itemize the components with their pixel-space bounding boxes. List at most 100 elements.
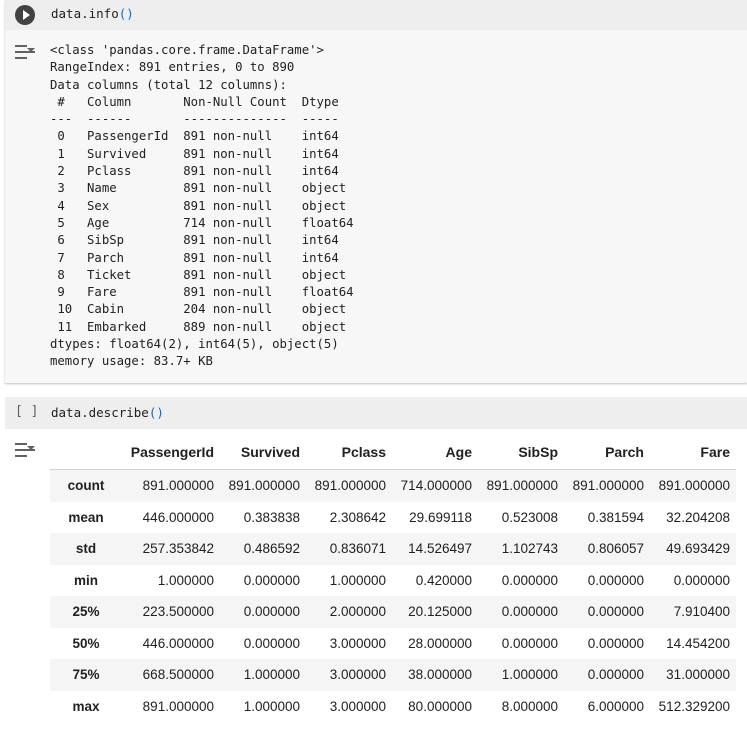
table-cell: 891.000000 xyxy=(658,478,730,494)
table-cell: 14.526497 xyxy=(408,541,472,557)
table-cell: 0.836071 xyxy=(329,541,386,557)
output-line: dtypes: float64(2), int64(5), object(5) xyxy=(50,337,339,352)
play-circle-icon[interactable] xyxy=(15,5,35,25)
table-cell: 0.000000 xyxy=(243,604,300,620)
table-cell: 891.000000 xyxy=(314,478,386,494)
row-label: count xyxy=(67,478,105,494)
output-line: 11 Embarked 889 non-null object xyxy=(57,319,347,334)
code-editor[interactable]: data.describe() xyxy=(51,405,164,420)
table-row: std 257.353842 0.486592 0.836071 14.526497 1.… xyxy=(50,533,736,565)
row-label: 50% xyxy=(72,635,100,651)
table-cell: 1.102743 xyxy=(501,541,558,557)
table-cell: 7.910400 xyxy=(673,604,730,620)
table-cell: 0.000000 xyxy=(501,604,558,620)
code-cell-describe[interactable]: [ ] data.describe() PassengerId Survived P… xyxy=(5,397,747,736)
table-cell: 0.000000 xyxy=(587,667,644,683)
table-cell: 32.204208 xyxy=(666,509,730,525)
output-toggle-icon[interactable] xyxy=(15,43,35,61)
table-cell: 28.000000 xyxy=(408,635,472,651)
table-cell: 1.000000 xyxy=(243,667,300,683)
table-row: mean 446.000000 0.383838 2.308642 29.699118 0… xyxy=(50,502,736,534)
code-parens: () xyxy=(148,405,164,420)
output-line: 1 Survived 891 non-null int64 xyxy=(57,146,339,161)
table-cell: 512.329200 xyxy=(658,698,730,714)
table-cell: 6.000000 xyxy=(587,698,644,714)
table-cell: 714.000000 xyxy=(400,478,472,494)
output-line: <class 'pandas.core.frame.DataFrame'> xyxy=(50,43,324,57)
table-cell: 1.000000 xyxy=(501,667,558,683)
output-line: RangeIndex: 891 entries, 0 to 890 xyxy=(50,60,295,75)
table-row: 25% 223.500000 0.000000 2.000000 20.125000 0.… xyxy=(50,596,736,628)
table-cell: 0.000000 xyxy=(587,635,644,651)
code-text: data.info xyxy=(51,6,119,21)
table-cell: 0.000000 xyxy=(673,572,730,588)
output-line: 2 Pclass 891 non-null int64 xyxy=(57,164,339,179)
output-line: 0 PassengerId 891 non-null int64 xyxy=(57,129,339,144)
table-cell: 3.000000 xyxy=(329,635,386,651)
table-cell: 0.000000 xyxy=(587,604,644,620)
table-cell: 257.353842 xyxy=(142,541,214,557)
output-line: 7 Parch 891 non-null int64 xyxy=(57,250,339,265)
column-header: Parch xyxy=(564,435,650,470)
column-header: PassengerId xyxy=(122,435,220,470)
row-label: std xyxy=(75,541,97,557)
table-row: count 891.000000 891.000000 891.000000 714.0… xyxy=(50,469,736,502)
table-cell: 891.000000 xyxy=(142,478,214,494)
code-editor[interactable]: data.info() xyxy=(51,6,134,21)
table-cell: 0.000000 xyxy=(501,635,558,651)
index-header xyxy=(50,435,122,470)
run-bracket[interactable]: [ ] xyxy=(15,404,38,419)
table-cell: 0.383838 xyxy=(243,509,300,525)
table-cell: 0.000000 xyxy=(243,635,300,651)
table-cell: 8.000000 xyxy=(501,698,558,714)
table-cell: 14.454200 xyxy=(666,635,730,651)
output-line: 9 Fare 891 non-null float64 xyxy=(57,285,354,300)
row-label: 25% xyxy=(72,604,100,620)
row-label: min xyxy=(73,572,98,588)
output-line: memory usage: 83.7+ KB xyxy=(50,354,213,369)
output-toggle-icon[interactable] xyxy=(15,441,35,459)
code-text: data.describe xyxy=(51,405,149,420)
code-cell-info[interactable]: data.info() <class 'pandas.core.frame.Da… xyxy=(5,0,747,383)
output-line: 5 Age 714 non-null float64 xyxy=(57,215,354,230)
output-line: 6 SibSp 891 non-null int64 xyxy=(57,233,339,248)
table-cell: 891.000000 xyxy=(228,478,300,494)
table-cell: 80.000000 xyxy=(408,698,472,714)
table-cell: 31.000000 xyxy=(666,667,730,683)
column-header: Survived xyxy=(220,435,306,470)
table-cell: 1.000000 xyxy=(329,572,386,588)
output-line: 3 Name 891 non-null object xyxy=(57,181,347,196)
table-header-row: PassengerId Survived Pclass Age SibSp Parch Fa… xyxy=(50,435,736,470)
table-cell: 0.523008 xyxy=(501,509,558,525)
table-cell: 0.000000 xyxy=(501,572,558,588)
output-line: --- ------ -------------- ----- xyxy=(50,112,339,127)
code-parens: () xyxy=(118,6,134,21)
row-label: max xyxy=(72,698,100,714)
table-cell: 29.699118 xyxy=(409,509,472,525)
table-cell: 891.000000 xyxy=(142,698,214,714)
cell-input-row[interactable]: data.info() xyxy=(5,0,747,30)
cell-input-row[interactable]: [ ] data.describe() xyxy=(5,397,747,429)
info-output-text: <class 'pandas.core.frame.DataFrame'> Ra… xyxy=(50,42,354,371)
output-line: 10 Cabin 204 non-null object xyxy=(57,302,347,317)
table-cell: 891.000000 xyxy=(486,478,558,494)
column-header: Pclass xyxy=(306,435,392,470)
table-cell: 446.000000 xyxy=(142,635,214,651)
table-cell: 20.125000 xyxy=(408,604,472,620)
table-row: 50% 446.000000 0.000000 3.000000 28.000000 0.… xyxy=(50,628,736,660)
table-cell: 1.000000 xyxy=(243,698,300,714)
table-cell: 668.500000 xyxy=(142,667,214,683)
table-cell: 223.500000 xyxy=(142,604,214,620)
table-cell: 0.486592 xyxy=(243,541,300,557)
table-cell: 0.000000 xyxy=(243,572,300,588)
output-line: # Column Non-Null Count Dtype xyxy=(57,94,339,109)
table-cell: 891.000000 xyxy=(572,478,644,494)
table-cell: 0.000000 xyxy=(587,572,644,588)
row-label: mean xyxy=(68,509,104,525)
table-cell: 38.000000 xyxy=(408,667,472,683)
column-header: Fare xyxy=(650,435,736,470)
output-line: Data columns (total 12 columns): xyxy=(50,77,287,92)
column-header: SibSp xyxy=(478,435,564,470)
table-cell: 0.420000 xyxy=(415,572,472,588)
table-cell: 3.000000 xyxy=(329,698,386,714)
